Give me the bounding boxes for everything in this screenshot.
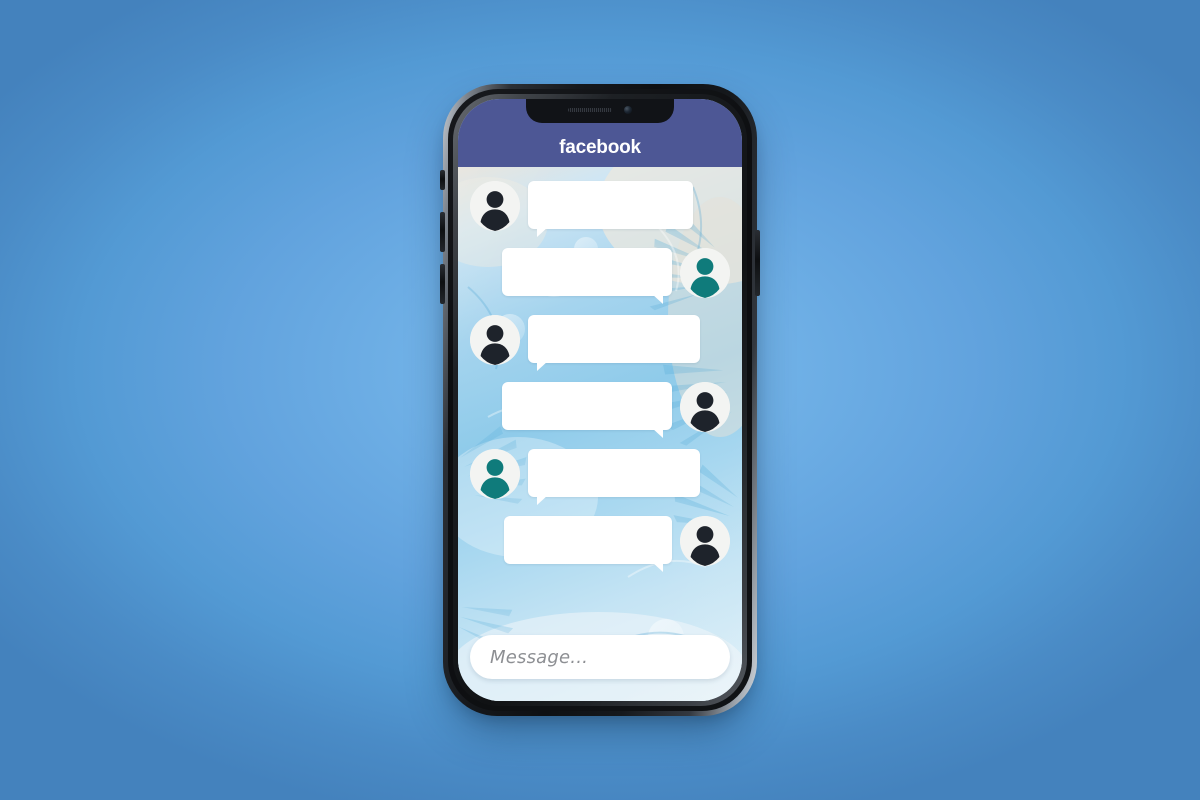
message-bubble[interactable] [504, 516, 672, 572]
phone-screen: facebook Message... [458, 99, 742, 701]
avatar[interactable] [680, 382, 730, 432]
avatar[interactable] [470, 449, 520, 499]
message-bubble[interactable] [528, 181, 693, 237]
message-row [470, 382, 730, 438]
message-bubble[interactable] [502, 248, 672, 304]
volume-up-button[interactable] [440, 212, 445, 252]
avatar[interactable] [470, 181, 520, 231]
page-background: facebook Message... [0, 0, 1200, 800]
avatar[interactable] [680, 248, 730, 298]
phone-notch [526, 99, 674, 123]
power-button[interactable] [755, 230, 760, 296]
message-row [470, 516, 730, 572]
silent-switch-button[interactable] [440, 170, 445, 190]
message-row [470, 248, 730, 304]
message-row [470, 449, 730, 505]
avatar[interactable] [680, 516, 730, 566]
avatar[interactable] [470, 315, 520, 365]
message-input-placeholder: Message... [490, 646, 589, 668]
app-title: facebook [559, 137, 641, 158]
message-bubble[interactable] [528, 449, 700, 505]
smartphone-mockup: facebook Message... [437, 78, 763, 722]
message-bubble[interactable] [502, 382, 672, 438]
message-row [470, 181, 730, 237]
speaker-grille-icon [568, 108, 612, 112]
volume-down-button[interactable] [440, 264, 445, 304]
message-row [470, 315, 730, 371]
chat-thread [458, 167, 742, 701]
message-bubble[interactable] [528, 315, 700, 371]
front-camera-icon [624, 106, 632, 114]
message-input[interactable]: Message... [470, 635, 730, 679]
